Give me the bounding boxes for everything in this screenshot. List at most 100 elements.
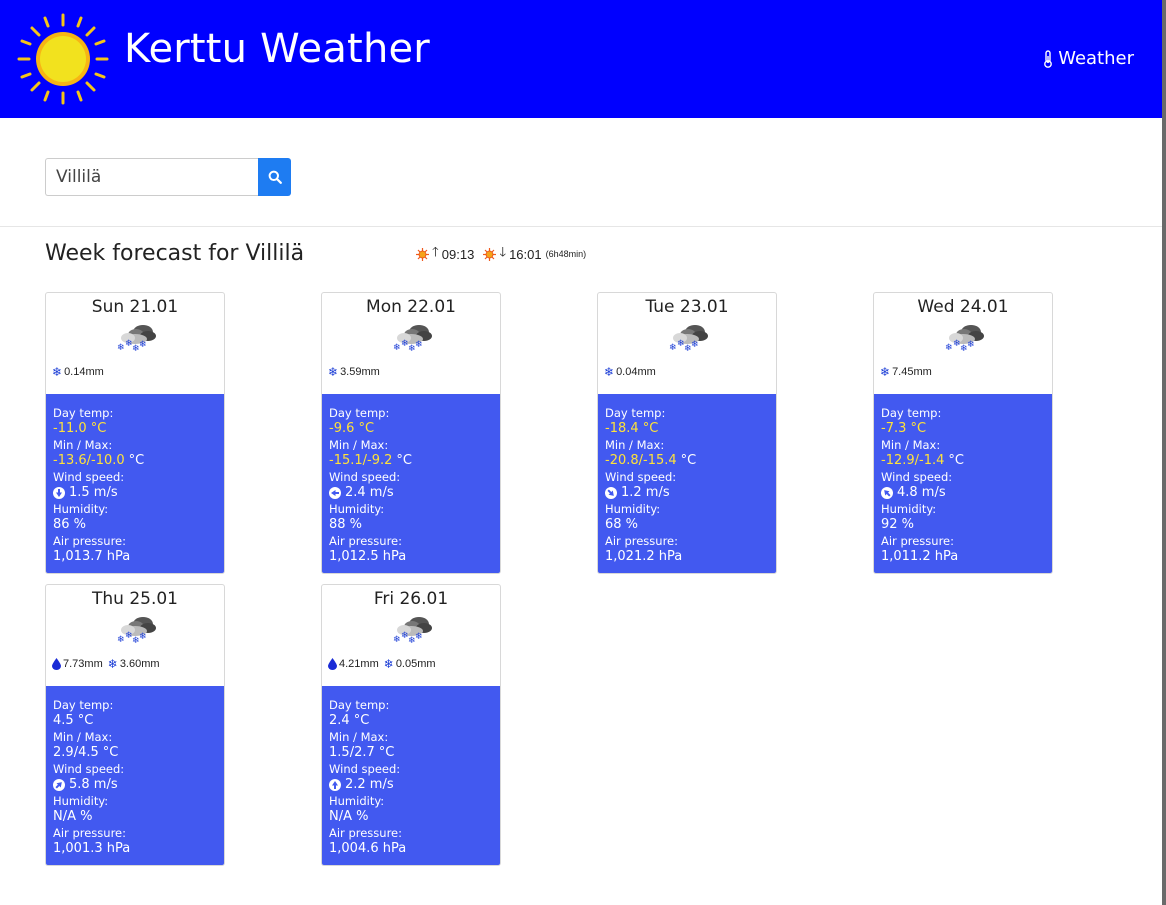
snow-amount: ❄ 3.60mm [108, 657, 160, 671]
min-temp: -12.9 [881, 453, 915, 468]
precipitation: ❄ 7.45mm [880, 365, 935, 379]
wind-speed-value: 1.2 m/s [605, 485, 776, 501]
snow-value: 0.14mm [64, 366, 104, 378]
forecast-card: Mon 22.01 ❄ ❄ ❄ ❄ ❄ 3.59mm Day temp: -9.6 °C… [321, 292, 501, 574]
air-pressure-label: Air pressure: [53, 826, 126, 840]
humidity-label: Humidity: [605, 502, 661, 516]
card-details: Day temp: -9.6 °C Min / Max: -15.1/-9.2 °… [322, 394, 500, 573]
air-pressure-label: Air pressure: [329, 826, 402, 840]
min-max-label: Min / Max: [605, 438, 665, 452]
wind-speed: 2.2 m/s [345, 777, 394, 792]
day-length: (6h48min) [545, 249, 587, 259]
wind-speed-label: Wind speed: [881, 470, 953, 484]
svg-text:❄: ❄ [669, 343, 677, 352]
card-date: Sun 21.01 [91, 297, 179, 317]
snow-value: 0.04mm [616, 366, 656, 378]
nav-weather-link[interactable]: Weather [1042, 48, 1134, 69]
nav-weather-label: Weather [1058, 48, 1134, 69]
snow-cloud-icon: ❄ ❄ ❄ ❄ [945, 325, 984, 352]
search-input[interactable]: Villilä [45, 158, 259, 196]
card-details: Day temp: -11.0 °C Min / Max: -13.6/-10.… [46, 394, 224, 573]
wind-direction-icon [53, 487, 65, 499]
svg-text:❄: ❄ [139, 632, 147, 642]
humidity-label: Humidity: [329, 502, 385, 516]
humidity-label: Humidity: [53, 502, 109, 516]
snow-cloud-icon: ❄ ❄ ❄ ❄ [393, 617, 432, 644]
arrow-down-icon: 🡓 [499, 244, 507, 259]
air-pressure-label: Air pressure: [605, 534, 678, 548]
rain-value: 4.21mm [339, 658, 379, 670]
min-temp: -13.6 [53, 453, 87, 468]
min-temp: 2.9 [53, 745, 74, 760]
day-temp-value: -9.6 °C [329, 421, 375, 436]
precipitation: ❄ 0.14mm [52, 365, 107, 379]
snow-value: 3.60mm [119, 658, 160, 670]
humidity-label: Humidity: [329, 794, 385, 808]
app-title[interactable]: Kerttu Weather [124, 26, 430, 72]
day-temp-value: -18.4 °C [605, 421, 659, 436]
wind-speed-value: 2.2 m/s [329, 777, 500, 793]
svg-text:❄: ❄ [415, 340, 423, 350]
snowflake-icon: ❄ [604, 365, 615, 379]
day-temp-label: Day temp: [605, 406, 666, 420]
wind-speed-label: Wind speed: [605, 470, 677, 484]
search-button[interactable] [258, 158, 291, 196]
day-temp-label: Day temp: [881, 406, 942, 420]
snow-value: 7.45mm [892, 366, 932, 378]
day-temp-value: -7.3 °C [881, 421, 927, 436]
min-max-label: Min / Max: [329, 730, 389, 744]
day-temp-label: Day temp: [329, 406, 390, 420]
snow-cloud-icon: ❄ ❄ ❄ ❄ [669, 325, 708, 352]
max-temp: -15.4 [643, 453, 677, 468]
card-details: Day temp: 4.5 °C Min / Max: 2.9/4.5 °C Wi… [46, 686, 224, 865]
search-icon [268, 170, 282, 184]
day-temp-label: Day temp: [53, 698, 114, 712]
air-pressure-value: 1,001.3 hPa [53, 841, 131, 856]
wind-speed-label: Wind speed: [53, 470, 125, 484]
day-temp-label: Day temp: [329, 698, 390, 712]
sunset-sun-icon [483, 247, 497, 261]
day-temp-value: 2.4 °C [329, 713, 370, 728]
air-pressure-value: 1,011.2 hPa [881, 549, 959, 564]
card-date: Thu 25.01 [91, 589, 178, 609]
snow-cloud-icon: ❄ ❄ ❄ ❄ [393, 325, 432, 352]
svg-text:❄: ❄ [139, 340, 147, 350]
wind-speed: 2.4 m/s [345, 485, 394, 500]
humidity-value: 86 % [53, 517, 87, 532]
min-max-label: Min / Max: [881, 438, 941, 452]
card-header: Fri 26.01 ❄ ❄ ❄ ❄ 4.21mm ❄ 0.05mm [322, 585, 500, 686]
air-pressure-value: 1,013.7 hPa [53, 549, 131, 564]
rain-amount: 7.73mm [52, 658, 103, 670]
svg-text:❄: ❄ [117, 635, 125, 644]
precipitation: ❄ 3.59mm [328, 365, 383, 379]
forecast-card: Thu 25.01 ❄ ❄ ❄ ❄ 7.73mm ❄ 3.60mm Day temp: 4… [45, 584, 225, 866]
sunrise-sun-icon [416, 247, 429, 261]
svg-text:❄: ❄ [691, 340, 699, 350]
card-header: Wed 24.01 ❄ ❄ ❄ ❄ ❄ 7.45mm [874, 293, 1052, 394]
snowflake-icon: ❄ [107, 657, 118, 671]
wind-speed: 5.8 m/s [69, 777, 118, 792]
min-max-label: Min / Max: [53, 438, 113, 452]
day-temp-label: Day temp: [53, 406, 114, 420]
svg-text:❄: ❄ [945, 343, 953, 352]
temp-unit: °C [680, 453, 697, 468]
forecast-card: Tue 23.01 ❄ ❄ ❄ ❄ ❄ 0.04mm Day temp: -18.4 °… [597, 292, 777, 574]
forecast-card: Fri 26.01 ❄ ❄ ❄ ❄ 4.21mm ❄ 0.05mm Day temp: 2… [321, 584, 501, 866]
sun-icon [17, 13, 109, 105]
card-details: Day temp: -7.3 °C Min / Max: -12.9/-1.4 °… [874, 394, 1052, 573]
card-date: Wed 24.01 [917, 297, 1009, 317]
max-temp: -9.2 [367, 453, 393, 468]
sunset-time: 16:01 [509, 246, 542, 262]
card-details: Day temp: 2.4 °C Min / Max: 1.5/2.7 °C Wi… [322, 686, 500, 865]
forecast-card: Wed 24.01 ❄ ❄ ❄ ❄ ❄ 7.45mm Day temp: -7.3 °C… [873, 292, 1053, 574]
wind-speed: 1.2 m/s [621, 485, 670, 500]
air-pressure-value: 1,012.5 hPa [329, 549, 407, 564]
humidity-value: 68 % [605, 517, 639, 532]
air-pressure-label: Air pressure: [881, 534, 954, 548]
scrollbar[interactable] [1162, 0, 1166, 905]
min-max-label: Min / Max: [53, 730, 113, 744]
temp-unit: °C [378, 745, 395, 760]
forecast-card: Sun 21.01 ❄ ❄ ❄ ❄ ❄ 0.14mm Day temp: -11.0 °… [45, 292, 225, 574]
rain-value: 7.73mm [63, 658, 103, 670]
air-pressure-value: 1,021.2 hPa [605, 549, 683, 564]
